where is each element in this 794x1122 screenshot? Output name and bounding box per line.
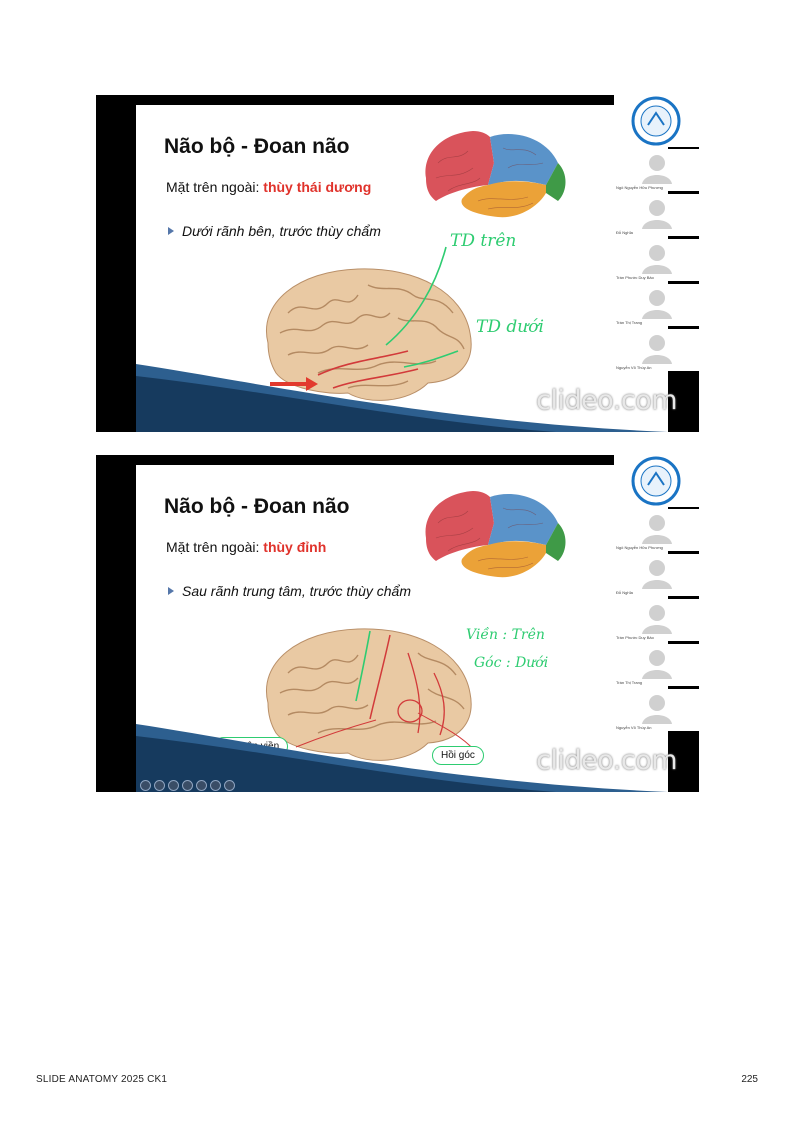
avatar-icon — [642, 245, 672, 274]
avatar-icon — [642, 155, 672, 184]
captions-icon[interactable] — [182, 780, 193, 791]
participant-name: Ngô Nguyễn Hữu Phương — [616, 545, 663, 550]
more-icon[interactable] — [210, 780, 221, 791]
participant-name: Nguyễn Võ Thúy An — [616, 725, 652, 730]
page-number: 225 — [741, 1074, 758, 1085]
participant-tile[interactable]: Ngô Nguyễn Hữu Phương — [614, 149, 699, 191]
logo-icon — [631, 96, 681, 146]
participant-tile[interactable]: Nguyễn Võ Thúy An — [614, 329, 699, 371]
next-icon[interactable] — [224, 780, 235, 791]
school-logo — [614, 95, 699, 147]
avatar-icon — [642, 650, 672, 679]
avatar-icon — [642, 695, 672, 724]
participant-tile[interactable]: Trần Phước Duy Bảo — [614, 239, 699, 281]
zoom-icon[interactable] — [168, 780, 179, 791]
participant-name: Nguyễn Võ Thúy An — [616, 365, 652, 370]
slide-frame-1: Não bộ - Đoan não Mặt trên ngoài: thùy t… — [96, 95, 699, 432]
pen-icon[interactable] — [154, 780, 165, 791]
avatar-icon — [642, 515, 672, 544]
participant-tile[interactable]: Nguyễn Võ Thúy An — [614, 689, 699, 731]
participant-tile[interactable]: Trần Thị Trang — [614, 284, 699, 326]
participant-name: Đỗ Nghĩa — [616, 230, 633, 235]
participant-name: Ngô Nguyễn Hữu Phương — [616, 185, 663, 190]
school-logo — [614, 455, 699, 507]
participant-sidebar: Ngô Nguyễn Hữu Phương Đỗ Nghĩa Trần Phướ… — [614, 455, 699, 792]
handwritten-annotation: TD dưới — [476, 317, 544, 337]
footer-title: SLIDE ANATOMY 2025 CK1 — [36, 1074, 168, 1085]
slide-2: Não bộ - Đoan não Mặt trên ngoài: thùy đ… — [136, 465, 668, 792]
avatar-icon — [642, 200, 672, 229]
participant-name: Trần Phước Duy Bảo — [616, 275, 654, 280]
logo-icon — [631, 456, 681, 506]
participant-tile[interactable]: Đỗ Nghĩa — [614, 194, 699, 236]
avatar-icon — [642, 560, 672, 589]
handwritten-annotation: Góc : Dưới — [474, 655, 549, 671]
handwritten-annotation: Viền : Trên — [466, 627, 545, 643]
slide-1: Não bộ - Đoan não Mặt trên ngoài: thùy t… — [136, 105, 668, 432]
handwritten-annotation: TD trên — [450, 231, 517, 251]
participant-tile[interactable]: Trần Thị Trang — [614, 644, 699, 686]
participant-name: Đỗ Nghĩa — [616, 590, 633, 595]
avatar-icon — [642, 290, 672, 319]
participant-tile[interactable]: Trần Phước Duy Bảo — [614, 599, 699, 641]
participant-name: Trần Thị Trang — [616, 680, 643, 685]
avatar-icon — [642, 605, 672, 634]
slide-frame-2: Não bộ - Đoan não Mặt trên ngoài: thùy đ… — [96, 455, 699, 792]
participant-tile[interactable]: Đỗ Nghĩa — [614, 554, 699, 596]
participant-sidebar: Ngô Nguyễn Hữu Phương Đỗ Nghĩa Trần Phướ… — [614, 95, 699, 432]
participant-name: Trần Thị Trang — [616, 320, 643, 325]
avatar-icon — [642, 335, 672, 364]
participant-tile[interactable]: Ngô Nguyễn Hữu Phương — [614, 509, 699, 551]
presentation-toolbar — [140, 780, 235, 791]
prev-icon[interactable] — [140, 780, 151, 791]
participant-name: Trần Phước Duy Bảo — [616, 635, 654, 640]
camera-icon[interactable] — [196, 780, 207, 791]
